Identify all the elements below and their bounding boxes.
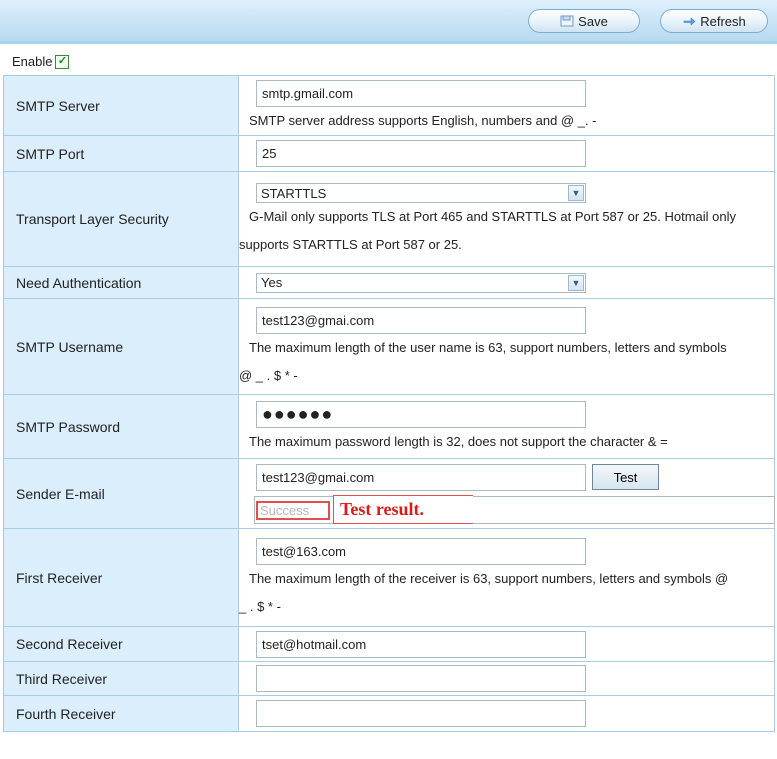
- chevron-down-icon: ▼: [568, 185, 584, 201]
- smtp-password-label: SMTP Password: [3, 394, 239, 459]
- first-receiver-cell: The maximum length of the receiver is 63…: [238, 528, 775, 627]
- smtp-username-help-line2: @ _ . $ * -: [239, 368, 298, 383]
- first-receiver-help-line1: The maximum length of the receiver is 63…: [249, 571, 729, 586]
- test-result-box: Success Test result.: [254, 494, 775, 524]
- third-receiver-label: Third Receiver: [3, 661, 239, 696]
- smtp-port-cell: [238, 135, 775, 172]
- need-auth-selected-value: Yes: [261, 275, 283, 290]
- smtp-username-label: SMTP Username: [3, 298, 239, 395]
- smtp-password-cell: The maximum password length is 32, does …: [238, 394, 775, 459]
- test-button[interactable]: Test: [592, 464, 659, 490]
- sender-email-input[interactable]: [256, 463, 586, 491]
- smtp-server-input[interactable]: [256, 80, 586, 107]
- need-auth-cell: Yes ▼: [238, 266, 775, 299]
- refresh-button[interactable]: Refresh: [660, 9, 768, 33]
- tls-selected-value: STARTTLS: [261, 185, 327, 201]
- row-third-receiver: Third Receiver: [3, 661, 775, 696]
- fourth-receiver-input[interactable]: [256, 700, 586, 727]
- test-result-annotation: Test result.: [333, 494, 473, 524]
- need-auth-label: Need Authentication: [3, 266, 239, 299]
- enable-row: Enable ✓: [12, 54, 70, 69]
- tls-help-line1: G-Mail only supports TLS at Port 465 and…: [249, 209, 737, 224]
- row-tls: Transport Layer Security STARTTLS ▼ G-Ma…: [3, 171, 775, 267]
- need-auth-select[interactable]: Yes ▼: [256, 272, 586, 293]
- smtp-username-cell: The maximum length of the user name is 6…: [238, 298, 775, 395]
- smtp-password-help: The maximum password length is 32, does …: [249, 434, 668, 449]
- test-result-status: Success: [256, 500, 330, 520]
- refresh-label: Refresh: [700, 13, 746, 29]
- enable-label: Enable: [12, 54, 53, 69]
- first-receiver-label: First Receiver: [3, 528, 239, 627]
- enable-checkbox[interactable]: ✓: [55, 54, 70, 69]
- tls-cell: STARTTLS ▼ G-Mail only supports TLS at P…: [238, 171, 775, 267]
- save-label: Save: [578, 13, 608, 29]
- second-receiver-cell: [238, 626, 775, 662]
- smtp-username-input[interactable]: [256, 307, 586, 334]
- smtp-server-help: SMTP server address supports English, nu…: [249, 113, 597, 128]
- smtp-server-label: SMTP Server: [3, 75, 239, 136]
- row-smtp-password: SMTP Password The maximum password lengt…: [3, 394, 775, 459]
- row-first-receiver: First Receiver The maximum length of the…: [3, 528, 775, 627]
- smtp-port-label: SMTP Port: [3, 135, 239, 172]
- row-smtp-port: SMTP Port: [3, 135, 775, 172]
- refresh-icon: [682, 15, 696, 27]
- smtp-port-input[interactable]: [256, 140, 586, 167]
- second-receiver-label: Second Receiver: [3, 626, 239, 662]
- mail-settings-table: SMTP Server SMTP server address supports…: [3, 75, 775, 732]
- chevron-down-icon: ▼: [568, 274, 584, 291]
- row-smtp-server: SMTP Server SMTP server address supports…: [3, 75, 775, 136]
- toolbar: Save Refresh: [0, 0, 777, 44]
- row-fourth-receiver: Fourth Receiver: [3, 695, 775, 732]
- sender-email-cell: Test Success Test result.: [238, 458, 775, 529]
- second-receiver-input[interactable]: [256, 630, 586, 658]
- row-need-auth: Need Authentication Yes ▼: [3, 266, 775, 299]
- third-receiver-cell: [238, 661, 775, 696]
- save-icon: [560, 15, 574, 27]
- third-receiver-input[interactable]: [256, 665, 586, 692]
- fourth-receiver-cell: [238, 695, 775, 732]
- first-receiver-help-line2: _ . $ * -: [239, 599, 281, 614]
- first-receiver-input[interactable]: [256, 538, 586, 565]
- row-smtp-username: SMTP Username The maximum length of the …: [3, 298, 775, 395]
- row-sender-email: Sender E-mail Test Success Test result.: [3, 458, 775, 529]
- fourth-receiver-label: Fourth Receiver: [3, 695, 239, 732]
- smtp-username-help-line1: The maximum length of the user name is 6…: [249, 340, 727, 355]
- sender-email-label: Sender E-mail: [3, 458, 239, 529]
- row-second-receiver: Second Receiver: [3, 626, 775, 662]
- tls-label: Transport Layer Security: [3, 171, 239, 267]
- smtp-server-cell: SMTP server address supports English, nu…: [238, 75, 775, 136]
- tls-select[interactable]: STARTTLS ▼: [256, 183, 586, 203]
- smtp-password-input[interactable]: [256, 401, 586, 428]
- tls-help-line2: supports STARTTLS at Port 587 or 25.: [239, 237, 462, 252]
- save-button[interactable]: Save: [528, 9, 640, 33]
